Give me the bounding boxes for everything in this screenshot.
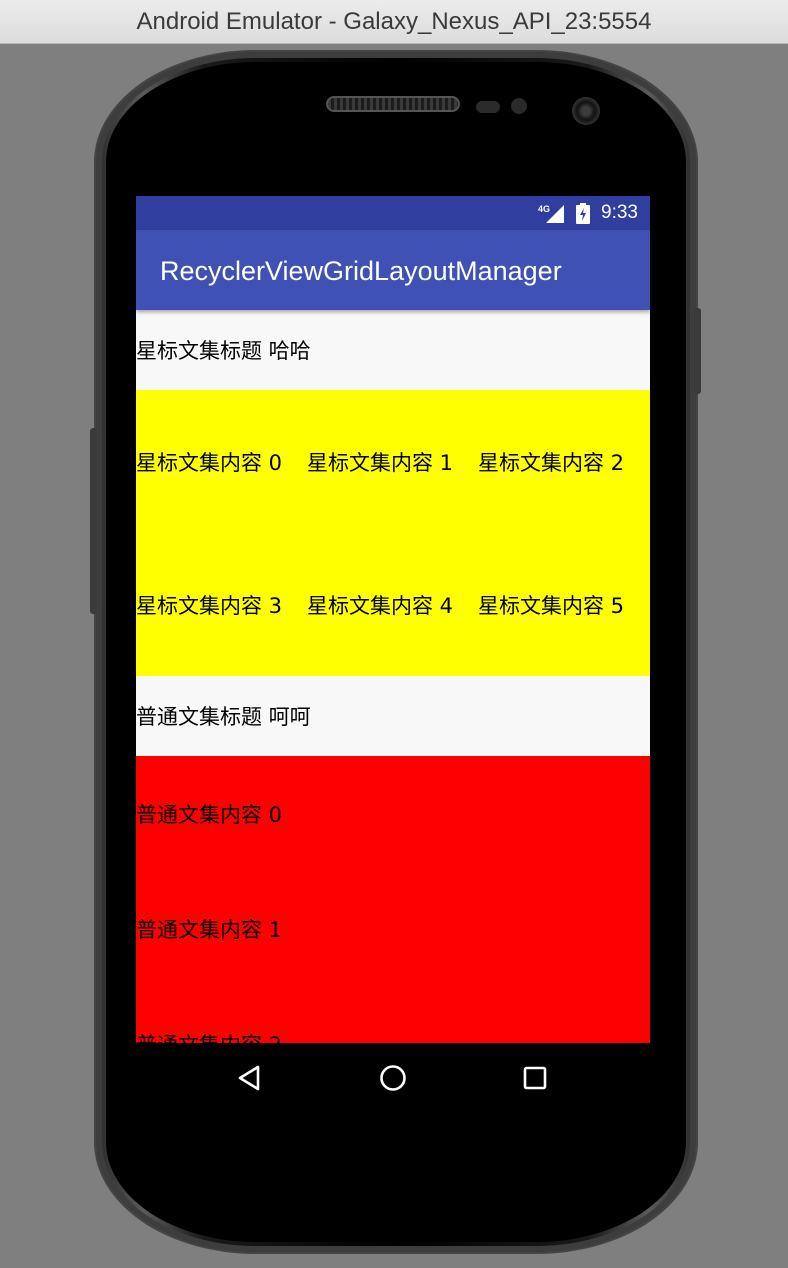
window-title: Android Emulator - Galaxy_Nexus_API_23:5… <box>136 8 652 35</box>
star-grid: 星标文集内容 0 星标文集内容 1 星标文集内容 2 星标文集内容 3 星标文集… <box>136 390 650 676</box>
earpiece-speaker <box>326 96 460 112</box>
status-time: 9:33 <box>601 202 638 223</box>
star-grid-row: 星标文集内容 3 星标文集内容 4 星标文集内容 5 <box>136 533 650 676</box>
normal-list-item[interactable]: 普通文集内容 0 <box>136 756 650 871</box>
recents-icon[interactable] <box>518 1061 552 1095</box>
star-grid-item[interactable]: 星标文集内容 1 <box>307 447 478 477</box>
status-bar: 4G 9:33 <box>136 196 650 230</box>
star-grid-item[interactable]: 星标文集内容 0 <box>136 447 307 477</box>
navigation-bar <box>136 1043 650 1112</box>
emulator-title-bar: Android Emulator - Galaxy_Nexus_API_23:5… <box>0 0 788 44</box>
front-camera <box>572 97 600 125</box>
network-type-label: 4G <box>538 204 550 214</box>
star-section-header[interactable]: 星标文集标题 哈哈 <box>136 310 650 390</box>
normal-item-label: 普通文集内容 0 <box>136 802 283 827</box>
normal-header-label: 普通文集标题 呵呵 <box>136 705 311 729</box>
app-title: RecyclerViewGridLayoutManager <box>160 256 562 286</box>
recycler-view[interactable]: 星标文集标题 哈哈 星标文集内容 0 星标文集内容 1 星标文集内容 2 星标文… <box>136 310 650 1043</box>
star-grid-item[interactable]: 星标文集内容 5 <box>478 590 649 620</box>
light-sensor <box>511 98 527 114</box>
power-button[interactable] <box>694 308 701 394</box>
home-icon[interactable] <box>376 1061 410 1095</box>
app-bar: RecyclerViewGridLayoutManager <box>136 230 650 310</box>
star-grid-item[interactable]: 星标文集内容 3 <box>136 590 307 620</box>
normal-section-header[interactable]: 普通文集标题 呵呵 <box>136 676 650 756</box>
star-grid-item[interactable]: 星标文集内容 2 <box>478 447 649 477</box>
device-screen: 4G 9:33 RecyclerViewGridLayoutManager 星标… <box>136 196 650 1112</box>
battery-charging-icon <box>576 203 590 224</box>
proximity-sensor <box>476 101 500 113</box>
star-grid-row: 星标文集内容 0 星标文集内容 1 星标文集内容 2 <box>136 390 650 533</box>
star-grid-item[interactable]: 星标文集内容 4 <box>307 590 478 620</box>
volume-button[interactable] <box>90 428 97 614</box>
normal-item-label: 普通文集内容 1 <box>136 917 283 942</box>
back-icon[interactable] <box>234 1061 268 1095</box>
normal-grid: 普通文集内容 0 普通文集内容 1 普通文集内容 2 <box>136 756 650 1043</box>
normal-list-item[interactable]: 普通文集内容 2 <box>136 986 650 1044</box>
star-header-label: 星标文集标题 哈哈 <box>136 339 311 363</box>
normal-list-item[interactable]: 普通文集内容 1 <box>136 871 650 986</box>
signal-icon: 4G <box>538 204 564 223</box>
normal-item-label: 普通文集内容 2 <box>136 1029 282 1044</box>
